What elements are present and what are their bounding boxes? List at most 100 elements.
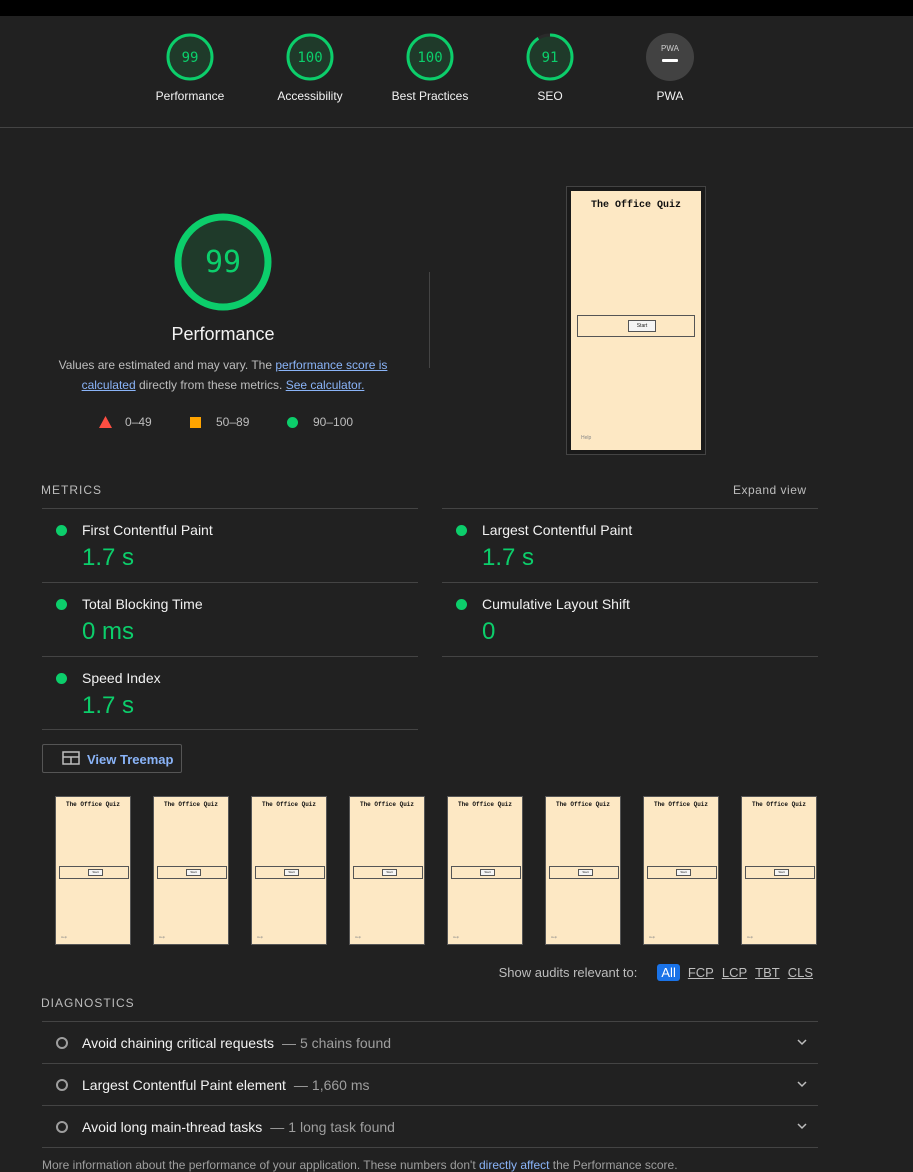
screenshot-page: The Office Quiz Start Help [571, 191, 701, 450]
metric-value: 0 ms [82, 618, 135, 645]
diagnostics-footnote: More information about the performance o… [42, 1158, 678, 1172]
metric-divider [442, 656, 818, 657]
filter-chip-all[interactable]: All [657, 964, 680, 981]
gauge-label: SEO [537, 89, 563, 103]
gauge-seo[interactable]: 91 SEO [490, 32, 610, 103]
metric-value: 1.7 s [482, 544, 535, 571]
metric-label: Largest Contentful Paint [482, 522, 633, 538]
diagnostic-item[interactable]: Avoid chaining critical requests —5 chain… [42, 1021, 818, 1063]
screenshot-title: The Office Quiz [590, 200, 681, 211]
metric-speed-index: Speed Index 1.7 s [42, 656, 418, 730]
gauge-score: 100 [297, 50, 322, 66]
filter-chip-lcp[interactable]: LCP [722, 965, 747, 980]
frame-start-box: Start [745, 866, 815, 879]
metric-divider [42, 729, 418, 730]
directly-affect-link[interactable]: directly affect [479, 1158, 549, 1172]
gauge-accessibility[interactable]: 100 Accessibility [250, 32, 370, 103]
diagnostic-title: Avoid long main-thread tasks [82, 1119, 263, 1135]
view-treemap-button[interactable]: View Treemap [42, 744, 182, 773]
frame-start-box: Start [255, 866, 325, 879]
frame-start-button: Start [284, 869, 299, 876]
screenshot-start-button: Start [628, 320, 656, 332]
gauge-label: Best Practices [391, 89, 469, 103]
gauge-performance[interactable]: 99 Performance [130, 32, 250, 103]
metric-label: Cumulative Layout Shift [482, 596, 630, 612]
filmstrip-frame: The Office Quiz Start Help [55, 796, 131, 945]
gauge-pwa[interactable]: PWA PWA [610, 32, 730, 103]
diagnostic-detail: 1,660 ms [311, 1077, 370, 1093]
legend-fail-label: 0–49 [125, 415, 152, 429]
legend-average-label: 50–89 [216, 415, 250, 429]
frame-start-box: Start [549, 866, 619, 879]
filmstrip-frame: The Office Quiz Start Help [447, 796, 523, 945]
diagnostics-bottom-divider [42, 1147, 818, 1148]
frame-start-box: Start [157, 866, 227, 879]
frame-help-text: Help [453, 935, 460, 939]
filter-chip-fcp[interactable]: FCP [688, 965, 714, 980]
em-dash: — [270, 1119, 285, 1135]
performance-title: Performance [171, 324, 275, 344]
footnote-text: the Performance score. [549, 1158, 678, 1172]
frame-start-box: Start [59, 866, 129, 879]
metric-value: 1.7 s [82, 544, 135, 571]
metric-first-contentful-paint: First Contentful Paint 1.7 s [42, 508, 418, 582]
metric-label: Speed Index [82, 670, 161, 686]
frame-start-button: Start [382, 869, 397, 876]
frame-title: The Office Quiz [163, 801, 218, 808]
filmstrip-frame: The Office Quiz Start Help [153, 796, 229, 945]
expand-view-toggle[interactable]: Expand view [733, 483, 807, 497]
pass-circle-icon [56, 599, 67, 610]
top-bar [0, 0, 913, 16]
final-screenshot[interactable]: The Office Quiz Start Help [566, 186, 706, 455]
audit-filter-label: Show audits relevant to: [498, 965, 638, 980]
footnote-text: More information about the performance o… [42, 1158, 479, 1172]
metric-value: 0 [482, 618, 496, 645]
frame-title: The Office Quiz [261, 801, 316, 808]
gauge-score: 91 [542, 50, 559, 66]
view-treemap-label: View Treemap [87, 752, 174, 767]
audit-filter: Show audits relevant to: All FCP LCP TBT… [499, 964, 813, 981]
filter-chip-cls[interactable]: CLS [788, 965, 813, 980]
frame-help-text: Help [355, 935, 362, 939]
filter-chip-tbt[interactable]: TBT [755, 965, 780, 980]
gauge-best-practices[interactable]: 100 Best Practices [370, 32, 490, 103]
legend-pass-label: 90–100 [313, 415, 354, 429]
diagnostic-detail: 1 long task found [288, 1119, 395, 1135]
gauge-score: 100 [417, 50, 442, 66]
legend-pass: 90–100 [287, 415, 353, 429]
metric-total-blocking-time: Total Blocking Time 0 ms [42, 582, 418, 656]
desc-text: directly from these metrics. [135, 378, 286, 392]
diagnostic-title: Avoid chaining critical requests [82, 1035, 274, 1051]
frame-start-button: Start [578, 869, 593, 876]
frame-title: The Office Quiz [555, 801, 610, 808]
seo-gauge-ring: 91 [526, 33, 574, 81]
frame-start-box: Start [647, 866, 717, 879]
frame-help-text: Help [551, 935, 558, 939]
gauge-label: Performance [155, 89, 225, 103]
filmstrip-frame: The Office Quiz Start Help [741, 796, 817, 945]
filmstrip-frame: The Office Quiz Start Help [251, 796, 327, 945]
screenshot-start-box: Start [577, 315, 695, 337]
vertical-divider [429, 272, 430, 368]
performance-gauge-ring: 99 [166, 33, 214, 81]
performance-score: 99 [205, 245, 241, 280]
frame-title: The Office Quiz [65, 801, 120, 808]
frame-start-box: Start [451, 866, 521, 879]
metrics-title: METRICS [41, 483, 102, 497]
legend-fail: 0–49 [99, 415, 152, 429]
pass-circle-icon [456, 599, 467, 610]
frame-start-box: Start [353, 866, 423, 879]
score-gauges-bar: 99 Performance 100 Accessibility 100 Bes… [0, 16, 913, 128]
info-circle-icon [56, 1037, 68, 1049]
see-calculator-link[interactable]: See calculator. [286, 378, 365, 392]
em-dash: — [293, 1077, 308, 1093]
diagnostic-item[interactable]: Largest Contentful Paint element —1,660 m… [42, 1063, 818, 1105]
frame-title: The Office Quiz [653, 801, 708, 808]
diagnostic-item[interactable]: Avoid long main-thread tasks —1 long task… [42, 1105, 818, 1147]
filmstrip-frame: The Office Quiz Start Help [545, 796, 621, 945]
legend-average: 50–89 [190, 415, 249, 429]
performance-description: Values are estimated and may vary. The p… [48, 355, 398, 395]
metric-label: First Contentful Paint [82, 522, 213, 538]
frame-help-text: Help [257, 935, 264, 939]
chevron-down-icon [797, 1081, 807, 1088]
